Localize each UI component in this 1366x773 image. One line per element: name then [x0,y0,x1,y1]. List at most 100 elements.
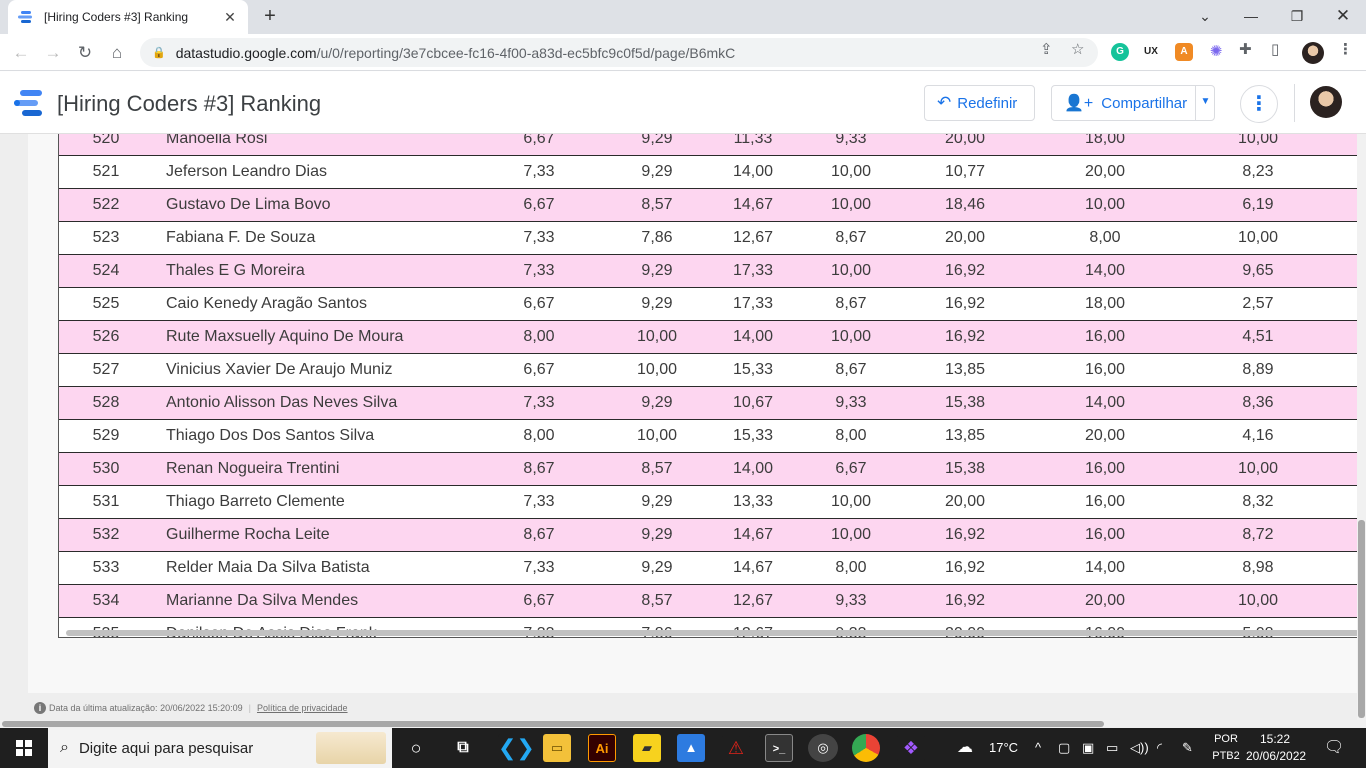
weather-cloud-icon[interactable]: ☁ [957,728,973,768]
weather-temperature[interactable]: 17°C [989,728,1018,768]
chrome-active-icon[interactable]: ◎ [808,734,838,762]
score-cell: 10,00 [830,262,872,279]
score-cell: 16,00 [1084,460,1126,477]
terminal-icon[interactable]: >_ [765,734,793,762]
rank-cell: 525 [92,295,120,312]
share-page-icon[interactable]: ⇪ [1040,40,1053,58]
extensions-puzzle-icon[interactable]: ✚ [1239,40,1252,58]
score-cell: 9,29 [641,262,673,279]
tab-search-chevron-icon[interactable]: ⌄ [1190,4,1220,28]
volume-icon[interactable]: ◁)) [1130,728,1149,768]
tray-app-icon[interactable]: ▢ [1058,728,1070,768]
cortana-icon[interactable]: ○ [402,734,430,762]
table-horizontal-scrollbar[interactable] [66,630,1357,636]
score-cell: 10,00 [830,526,872,543]
figma-icon[interactable]: ❖ [897,734,925,762]
table-row: 534 Marianne Da Silva Mendes 6,67 8,57 12,67… [59,585,1357,618]
score-cell: 9,33 [835,394,867,411]
score-cell: 18,00 [1084,295,1126,312]
taskbar-clock[interactable]: 15:22 20/06/2022 [1246,731,1306,765]
address-bar[interactable]: 🔒 datastudio.google.com/u/0/reporting/3e… [140,38,1098,67]
page-vertical-scrollbar-thumb[interactable] [1358,520,1365,718]
name-cell: Marianne Da Silva Mendes [166,592,359,609]
forward-arrow-icon[interactable]: → [40,40,66,66]
score-cell: 8,00 [523,427,555,444]
close-window-icon[interactable]: ✕ [1328,4,1358,28]
score-cell: 8,57 [641,196,673,213]
vscode-icon[interactable]: ❮❯ [498,734,535,762]
share-dropdown-chevron-icon[interactable]: ▼ [1195,86,1215,120]
browser-tab[interactable]: [Hiring Coders #3] Ranking ✕ [8,0,248,34]
reset-button[interactable]: ↶ Redefinir [924,85,1035,121]
bookmark-star-icon[interactable]: ☆ [1071,40,1084,58]
share-button[interactable]: 👤+ Compartilhar ▼ [1051,85,1215,121]
page-horizontal-scrollbar-thumb[interactable] [2,721,1104,727]
photos-icon[interactable]: ▲ [677,734,705,762]
search-icon: ⌕ [60,739,69,756]
score-cell: 14,00 [1084,394,1126,411]
score-cell: 8,67 [835,229,867,246]
home-icon[interactable]: ⌂ [104,40,130,66]
notifications-icon[interactable]: 🗨 [1324,728,1344,768]
restore-window-icon[interactable]: ❐ [1282,4,1312,28]
score-cell: 17,33 [732,295,774,312]
reset-label: Redefinir [957,94,1018,112]
name-cell: Antonio Alisson Das Neves Silva [166,394,398,411]
score-cell: 16,92 [944,526,986,543]
back-arrow-icon[interactable]: ← [8,40,34,66]
sticky-notes-icon[interactable]: ▰ [633,734,661,762]
name-cell: Fabiana F. De Souza [166,229,316,246]
ux-extension-icon[interactable]: UX [1142,43,1160,61]
score-cell: 20,00 [1084,592,1126,609]
score-cell: 12,67 [732,229,774,246]
battery-icon[interactable]: ▭ [1106,728,1118,768]
windows-start-icon[interactable] [0,728,48,768]
purple-extension-icon[interactable]: ✺ [1207,43,1225,61]
score-cell: 6,19 [1242,196,1274,213]
illustrator-icon[interactable]: Ai [588,734,616,762]
chrome-icon[interactable] [852,734,880,762]
windows-taskbar: ⌕ Digite aqui para pesquisar ○ ⧉ ❮❯ ▭ Ai… [0,728,1366,768]
data-studio-logo-icon [14,89,44,117]
score-cell: 15,33 [732,361,774,378]
task-view-icon[interactable]: ⧉ [449,734,477,762]
privacy-policy-link[interactable]: Política de privacidade [257,703,348,713]
browser-profile-avatar[interactable] [1302,42,1324,64]
name-cell: Vinicius Xavier De Araujo Muniz [166,361,393,378]
info-icon: i [34,702,46,714]
score-cell: 14,67 [732,526,774,543]
rank-cell: 524 [92,262,120,279]
score-cell: 10,00 [830,493,872,510]
new-tab-button[interactable]: + [258,5,282,29]
clock-time: 15:22 [1259,732,1291,746]
reload-icon[interactable]: ↻ [72,40,98,66]
score-cell: 10,00 [1237,460,1279,477]
score-cell: 6,67 [523,295,555,312]
pen-icon[interactable]: ✎ [1182,728,1193,768]
side-panel-icon[interactable]: ▯ [1271,40,1279,58]
tab-close-icon[interactable]: ✕ [222,9,238,26]
score-cell: 14,00 [1084,559,1126,576]
minimize-window-icon[interactable]: — [1236,4,1266,28]
score-cell: 8,67 [835,295,867,312]
acrobat-icon[interactable]: ⚠ [722,734,750,762]
taskbar-search-box[interactable]: ⌕ Digite aqui para pesquisar [48,728,392,768]
user-avatar[interactable] [1310,86,1342,118]
keyboard-language[interactable]: POR PTB2 [1210,731,1242,765]
score-cell: 8,00 [1089,229,1121,246]
file-explorer-icon[interactable]: ▭ [543,734,571,762]
ranking-table: 520 Manoella Rosi 6,67 9,29 11,33 9,33 20,00 18… [58,134,1358,638]
wifi-icon[interactable]: ◜ [1157,728,1162,768]
score-cell: 9,29 [641,526,673,543]
grammarly-icon[interactable]: G [1111,43,1129,61]
orange-extension-icon[interactable]: A [1175,43,1193,61]
page-horizontal-scrollbar[interactable] [0,720,1366,728]
tray-display-icon[interactable]: ▣ [1082,728,1094,768]
name-cell: Gustavo De Lima Bovo [166,196,331,213]
share-label: Compartilhar [1101,94,1188,112]
table-row: 525 Caio Kenedy Aragão Santos 6,67 9,29 17,3… [59,288,1357,321]
more-options-icon[interactable]: ⋮ [1240,85,1278,123]
browser-menu-icon[interactable]: ⋮ [1338,40,1353,58]
tray-expand-chevron-icon[interactable]: ^ [1035,728,1041,768]
table-row: 532 Guilherme Rocha Leite 8,67 9,29 14,67 10,… [59,519,1357,552]
